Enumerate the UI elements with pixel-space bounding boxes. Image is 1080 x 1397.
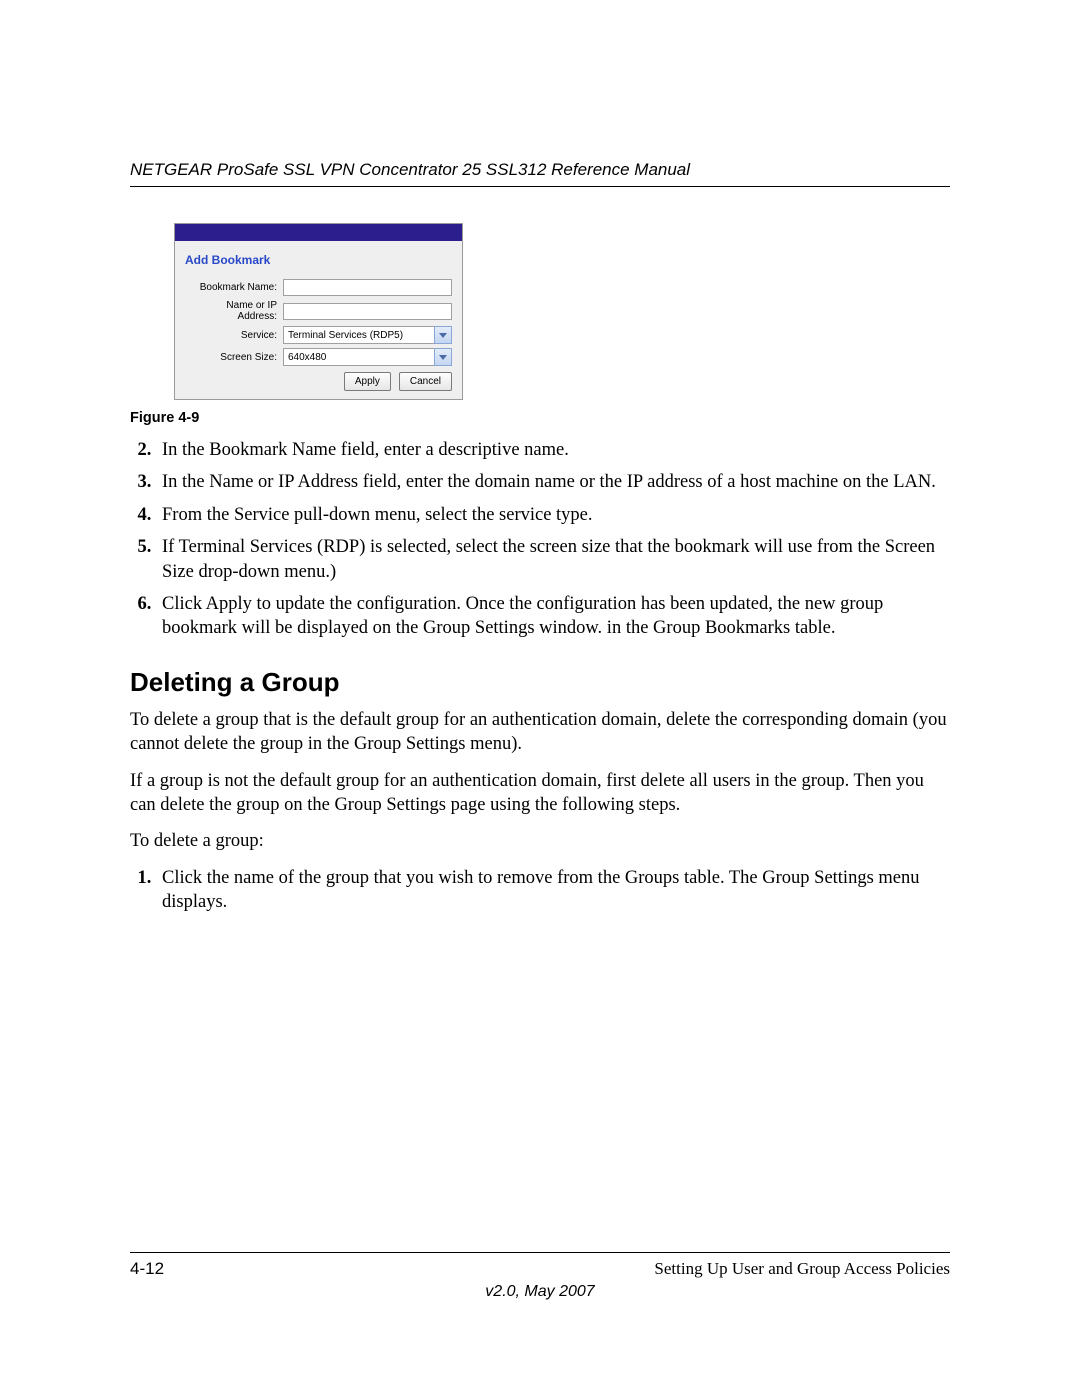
panel-heading: Add Bookmark (185, 253, 452, 267)
row-bookmark-name: Bookmark Name: (185, 279, 452, 296)
select-service-arrow[interactable] (434, 326, 452, 344)
step-item: From the Service pull-down menu, select … (156, 503, 950, 527)
page-footer: 4-12 Setting Up User and Group Access Po… (130, 1252, 950, 1301)
cancel-button[interactable]: Cancel (399, 372, 452, 391)
manual-page: NETGEAR ProSafe SSL VPN Concentrator 25 … (0, 0, 1080, 1397)
steps-list-b: Click the name of the group that you wis… (156, 866, 950, 915)
row-name-ip: Name or IP Address: (185, 300, 452, 322)
body-paragraph: To delete a group: (130, 829, 950, 853)
footer-version: v2.0, May 2007 (130, 1283, 950, 1301)
label-name-ip: Name or IP Address: (185, 300, 283, 322)
step-item: In the Name or IP Address field, enter t… (156, 470, 950, 494)
header-rule (130, 186, 950, 187)
section-heading-deleting-group: Deleting a Group (130, 667, 950, 698)
chevron-down-icon (439, 355, 447, 360)
step-item: If Terminal Services (RDP) is selected, … (156, 535, 950, 584)
panel-title-bar (175, 224, 462, 241)
row-service: Service: Terminal Services (RDP5) (185, 326, 452, 344)
select-screen-size-value[interactable]: 640x480 (283, 348, 434, 366)
page-number: 4-12 (130, 1259, 164, 1279)
running-head: NETGEAR ProSafe SSL VPN Concentrator 25 … (130, 160, 950, 180)
figure-caption: Figure 4-9 (130, 410, 950, 426)
body-paragraph: If a group is not the default group for … (130, 769, 950, 818)
add-bookmark-panel: Add Bookmark Bookmark Name: Name or IP A… (174, 223, 463, 400)
step-item: Click the name of the group that you wis… (156, 866, 950, 915)
label-service: Service: (185, 330, 283, 341)
chevron-down-icon (439, 333, 447, 338)
input-bookmark-name[interactable] (283, 279, 452, 296)
select-service-value[interactable]: Terminal Services (RDP5) (283, 326, 434, 344)
row-screen-size: Screen Size: 640x480 (185, 348, 452, 366)
step-item: Click Apply to update the configuration.… (156, 592, 950, 641)
body-paragraph: To delete a group that is the default gr… (130, 708, 950, 757)
input-name-ip[interactable] (283, 303, 452, 320)
step-item: In the Bookmark Name field, enter a desc… (156, 438, 950, 462)
footer-rule (130, 1252, 950, 1253)
select-screen-size-arrow[interactable] (434, 348, 452, 366)
label-screen-size: Screen Size: (185, 352, 283, 363)
footer-section-title: Setting Up User and Group Access Policie… (654, 1259, 950, 1279)
panel-button-row: Apply Cancel (185, 372, 452, 391)
label-bookmark-name: Bookmark Name: (185, 282, 283, 293)
steps-list-a: In the Bookmark Name field, enter a desc… (156, 438, 950, 641)
apply-button[interactable]: Apply (344, 372, 391, 391)
